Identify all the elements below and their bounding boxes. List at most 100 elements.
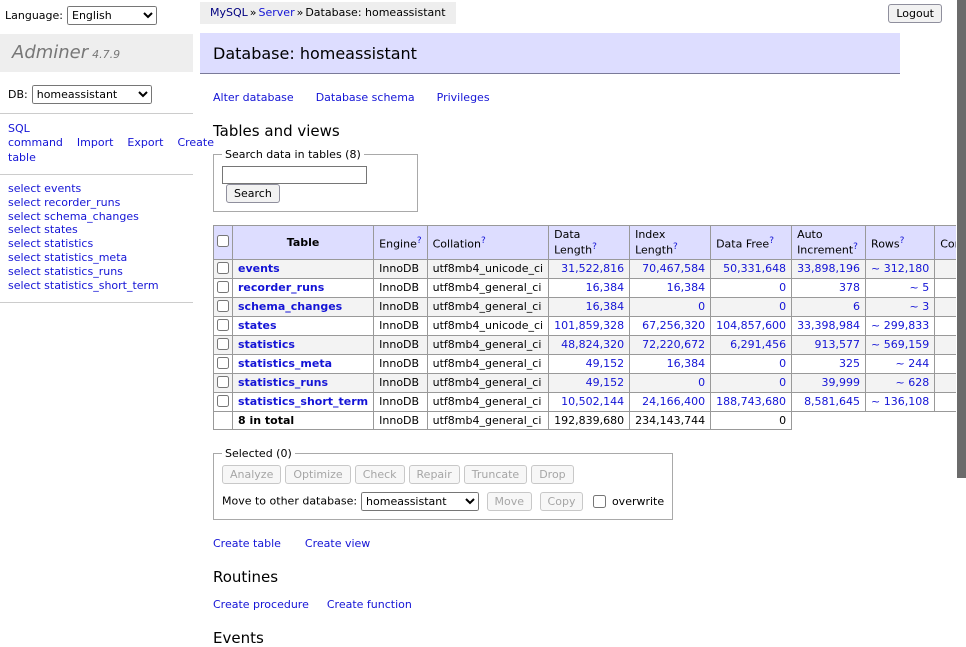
sidebar-item-select-schema_changes[interactable]: select schema_changes (8, 211, 193, 224)
truncate-button[interactable]: Truncate (464, 465, 527, 484)
data-length-cell-link[interactable]: 101,859,328 (554, 319, 624, 332)
table-name-link[interactable]: statistics_short_term (238, 395, 368, 408)
help-link[interactable]: ? (592, 242, 597, 252)
db-select[interactable]: homeassistant (32, 85, 152, 104)
row-checkbox[interactable] (217, 338, 229, 350)
table-name-link[interactable]: statistics (238, 338, 295, 351)
table-name-link[interactable]: events (238, 262, 280, 275)
window-scrollbar[interactable] (956, 0, 966, 543)
auto-increment-cell-link[interactable]: 33,398,984 (797, 319, 860, 332)
sidebar-item-select-states[interactable]: select states (8, 224, 193, 237)
index-length-cell-link[interactable]: 0 (698, 376, 705, 389)
repair-button[interactable]: Repair (409, 465, 460, 484)
scrollbar-thumb[interactable] (957, 0, 966, 478)
rows-cell-link[interactable]: ~ 5 (910, 281, 930, 294)
create-table-link-bottom[interactable]: Create table (213, 537, 281, 550)
search-button[interactable]: Search (226, 184, 280, 203)
help-link[interactable]: ? (481, 236, 486, 246)
breadcrumb-server-link[interactable]: Server (259, 6, 295, 19)
optimize-button[interactable]: Optimize (285, 465, 350, 484)
data-length-cell-link[interactable]: 48,824,320 (561, 338, 624, 351)
rows-cell-link[interactable]: ~ 628 (896, 376, 930, 389)
search-input[interactable] (222, 166, 367, 184)
database-schema-link[interactable]: Database schema (316, 91, 415, 104)
row-checkbox[interactable] (217, 300, 229, 312)
sidebar-item-select-statistics_runs[interactable]: select statistics_runs (8, 266, 193, 279)
auto-increment-cell-link[interactable]: 378 (839, 281, 860, 294)
export-link[interactable]: Export (127, 136, 163, 149)
index-length-cell-link[interactable]: 70,467,584 (642, 262, 705, 275)
create-view-link[interactable]: Create view (305, 537, 370, 550)
logout-button[interactable]: Logout (888, 4, 942, 23)
rows-cell-link[interactable]: ~ 244 (896, 357, 930, 370)
language-select[interactable]: English (67, 6, 157, 25)
row-checkbox[interactable] (217, 281, 229, 293)
select-all-checkbox[interactable] (217, 235, 229, 247)
data-free-cell-link[interactable]: 0 (779, 281, 786, 294)
overwrite-checkbox[interactable] (593, 495, 606, 508)
data-free-cell-link[interactable]: 50,331,648 (723, 262, 786, 275)
table-name-link[interactable]: statistics_runs (238, 376, 328, 389)
auto-increment-cell-link[interactable]: 39,999 (822, 376, 861, 389)
data-free-cell-link[interactable]: 0 (779, 357, 786, 370)
row-checkbox[interactable] (217, 376, 229, 388)
index-length-cell-link[interactable]: 0 (698, 300, 705, 313)
auto-increment-cell-link[interactable]: 33,898,196 (797, 262, 860, 275)
sidebar-item-select-events[interactable]: select events (8, 183, 193, 196)
data-length-cell-link[interactable]: 16,384 (586, 300, 625, 313)
help-link[interactable]: ? (900, 236, 905, 246)
row-checkbox[interactable] (217, 357, 229, 369)
move-button[interactable]: Move (487, 492, 533, 511)
sidebar-item-select-recorder_runs[interactable]: select recorder_runs (8, 197, 193, 210)
row-checkbox[interactable] (217, 262, 229, 274)
create-function-link[interactable]: Create function (327, 598, 412, 611)
auto-increment-cell-link[interactable]: 913,577 (815, 338, 861, 351)
rows-cell-link[interactable]: ~ 3 (910, 300, 930, 313)
data-free-cell-link[interactable]: 104,857,600 (716, 319, 786, 332)
move-db-select[interactable]: homeassistant (361, 492, 479, 511)
auto-increment-cell-link[interactable]: 8,581,645 (804, 395, 860, 408)
table-name-link[interactable]: schema_changes (238, 300, 342, 313)
index-length-cell-link[interactable]: 67,256,320 (642, 319, 705, 332)
sql-command-link[interactable]: SQL command (8, 122, 63, 149)
data-length-cell-link[interactable]: 49,152 (586, 376, 625, 389)
rows-cell-link[interactable]: ~ 312,180 (871, 262, 929, 275)
help-link[interactable]: ? (769, 236, 774, 246)
data-free-cell-link[interactable]: 0 (779, 376, 786, 389)
rows-cell-link[interactable]: ~ 299,833 (871, 319, 929, 332)
auto-increment-cell-link[interactable]: 325 (839, 357, 860, 370)
help-link[interactable]: ? (673, 242, 678, 252)
sidebar-item-select-statistics_meta[interactable]: select statistics_meta (8, 252, 193, 265)
table-name-link[interactable]: states (238, 319, 277, 332)
data-length-cell-link[interactable]: 49,152 (586, 357, 625, 370)
check-button[interactable]: Check (355, 465, 405, 484)
row-checkbox[interactable] (217, 395, 229, 407)
data-free-cell-link[interactable]: 188,743,680 (716, 395, 786, 408)
index-length-cell-link[interactable]: 72,220,672 (642, 338, 705, 351)
copy-button[interactable]: Copy (540, 492, 584, 511)
data-free-cell-link[interactable]: 0 (779, 300, 786, 313)
data-length-cell-link[interactable]: 31,522,816 (561, 262, 624, 275)
help-link[interactable]: ? (853, 242, 858, 252)
rows-cell-link[interactable]: ~ 136,108 (871, 395, 929, 408)
create-procedure-link[interactable]: Create procedure (213, 598, 309, 611)
import-link[interactable]: Import (77, 136, 114, 149)
table-name-link[interactable]: statistics_meta (238, 357, 332, 370)
data-length-cell-link[interactable]: 10,502,144 (561, 395, 624, 408)
index-length-cell-link[interactable]: 16,384 (667, 281, 706, 294)
privileges-link[interactable]: Privileges (437, 91, 490, 104)
data-length-cell-link[interactable]: 16,384 (586, 281, 625, 294)
drop-button[interactable]: Drop (531, 465, 573, 484)
index-length-cell-link[interactable]: 16,384 (667, 357, 706, 370)
rows-cell-link[interactable]: ~ 569,159 (871, 338, 929, 351)
index-length-cell-link[interactable]: 24,166,400 (642, 395, 705, 408)
data-free-cell-link[interactable]: 6,291,456 (730, 338, 786, 351)
help-link[interactable]: ? (417, 236, 422, 246)
auto-increment-cell-link[interactable]: 6 (853, 300, 860, 313)
sidebar-item-select-statistics[interactable]: select statistics (8, 238, 193, 251)
row-checkbox[interactable] (217, 319, 229, 331)
table-name-link[interactable]: recorder_runs (238, 281, 324, 294)
alter-database-link[interactable]: Alter database (213, 91, 294, 104)
sidebar-item-select-statistics_short_term[interactable]: select statistics_short_term (8, 280, 193, 293)
analyze-button[interactable]: Analyze (222, 465, 281, 484)
